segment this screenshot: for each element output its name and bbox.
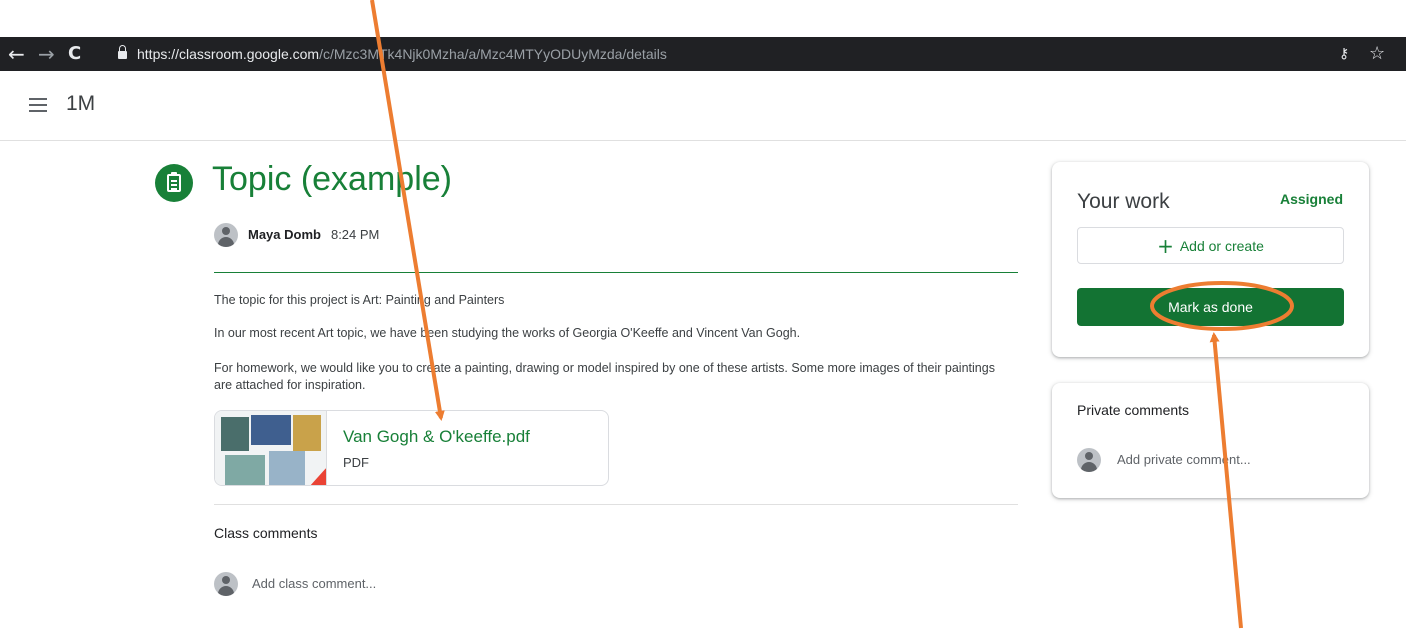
class-name[interactable]: 1M <box>66 92 95 116</box>
private-comments-card: Private comments Add private comment... <box>1052 383 1369 498</box>
assignment-title: Topic (example) <box>212 160 452 198</box>
arrow-right-icon[interactable]: → <box>38 37 55 71</box>
author-name: Maya Domb <box>248 226 321 242</box>
url-host: https://classroom.google.com <box>137 46 320 62</box>
avatar <box>214 571 238 596</box>
private-comments-heading: Private comments <box>1077 402 1190 418</box>
instructions-paragraph-1: The topic for this project is Art: Paint… <box>214 293 505 307</box>
app-header: 1M <box>0 71 1406 141</box>
star-icon[interactable]: ☆ <box>1369 37 1385 71</box>
post-time: 8:24 PM <box>330 226 380 242</box>
class-comment-placeholder: Add class comment... <box>252 575 377 591</box>
add-class-comment-input[interactable]: Add class comment... <box>214 571 377 596</box>
reload-icon[interactable]: C <box>68 37 81 71</box>
avatar <box>214 222 238 247</box>
browser-toolbar: ← → C https://classroom.google.com/c/Mzc… <box>0 37 1406 71</box>
status-badge: Assigned <box>1279 191 1343 207</box>
attachment-thumbnail <box>215 411 327 485</box>
attachment-title[interactable]: Van Gogh & O'keeffe.pdf <box>343 427 530 447</box>
title-divider <box>214 272 1018 273</box>
arrow-left-icon[interactable]: ← <box>8 37 25 71</box>
instructions-paragraph-3: For homework, we would like you to creat… <box>214 361 995 392</box>
your-work-title: Your work <box>1077 190 1170 213</box>
instructions-paragraph-2: In our most recent Art topic, we have be… <box>214 326 801 340</box>
lock-icon <box>118 45 127 59</box>
url-path: /c/Mzc3MTk4Njk0Mzha/a/Mzc4MTYyODUyMzda/d… <box>319 46 667 62</box>
hamburger-menu-icon[interactable] <box>29 98 47 112</box>
key-icon[interactable]: ⚷ <box>1339 37 1349 71</box>
attachment-type: PDF <box>343 455 369 470</box>
add-private-comment-input[interactable]: Add private comment... <box>1077 447 1251 472</box>
comments-divider <box>214 504 1018 505</box>
avatar <box>1077 447 1101 472</box>
address-bar[interactable]: https://classroom.google.com/c/Mzc3MTk4N… <box>110 41 1340 67</box>
author-row: Maya Domb 8:24 PM <box>214 222 380 247</box>
pdf-icon <box>309 467 326 485</box>
add-or-create-label: Add or create <box>1179 237 1264 254</box>
private-comment-placeholder: Add private comment... <box>1117 451 1251 467</box>
plus-icon: + <box>1157 233 1174 258</box>
pdf-attachment-card[interactable]: Van Gogh & O'keeffe.pdf PDF <box>214 410 609 486</box>
your-work-card: Your work Assigned + Add or create Mark a… <box>1052 162 1369 357</box>
class-comments-heading: Class comments <box>214 525 318 541</box>
mark-as-done-button[interactable]: Mark as done <box>1077 288 1344 326</box>
add-or-create-button[interactable]: + Add or create <box>1077 227 1344 264</box>
assignment-icon <box>155 164 193 202</box>
